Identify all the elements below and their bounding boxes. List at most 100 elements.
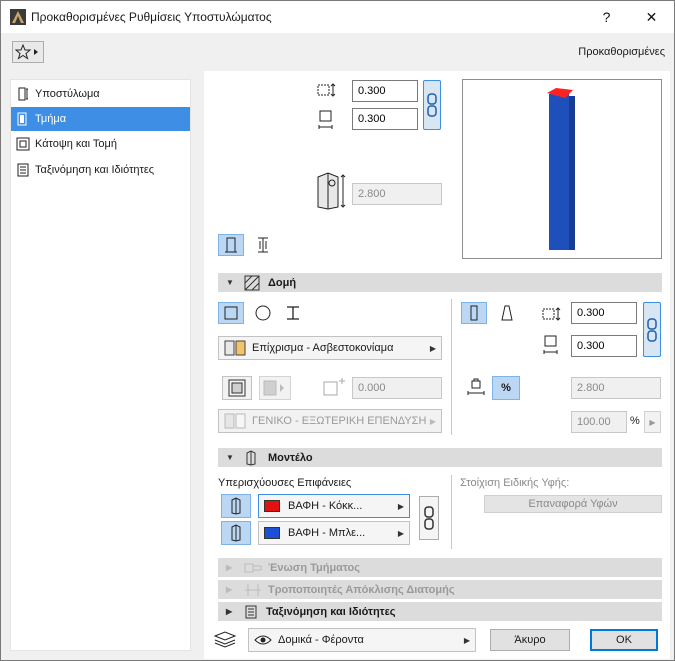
eye-icon [254,635,272,645]
building-material-dropdown[interactable]: Επίχρισμα - Ασβεστοκονίαμα ▶ [218,336,442,360]
preview-column-side [569,96,575,250]
profile-segment-toggle[interactable] [250,234,276,256]
preset-label[interactable]: Προκαθορισμένες [578,46,665,58]
depth-icon [541,334,563,356]
veneer-type-button[interactable] [259,376,291,400]
width-input[interactable] [352,80,418,102]
deviation-modifiers-section-header[interactable]: ▶ Τροποποιητές Απόκλισης Διατομής [218,580,662,599]
sidebar-item-segment[interactable]: Τμήμα [11,107,190,131]
height-input[interactable] [352,183,442,205]
depth-input[interactable] [352,108,418,130]
app-icon [10,9,26,25]
dropdown-arrow-icon: ▶ [649,417,656,427]
chain-link-icon [647,317,657,342]
dropdown-arrow-icon: ▶ [429,416,436,426]
sidebar-item-floorplan[interactable]: Κάτοψη και Τομή [11,132,190,156]
window-title: Προκαθορισμένες Ρυθμίσεις Υποστυλώματος [31,10,272,24]
i-beam-icon [287,306,299,320]
collapse-triangle-icon: ▶ [226,563,233,572]
settings-panel: ▼ Δομή Επίχρισμα - Ασβεστοκονίαμα ▶ [204,71,670,659]
segment-icon [15,111,31,127]
rectangular-shape-toggle[interactable] [218,302,244,324]
layer-dropdown[interactable]: Δομικά - Φέροντα ▶ [248,628,476,652]
section-title: Τροποποιητές Απόκλισης Διατομής [268,583,455,596]
ok-button[interactable]: OK [590,629,658,651]
veneer-type-icon [263,380,284,396]
percent-sign: % [630,415,640,427]
dropdown-arrow-icon: ▶ [397,501,404,511]
link-surfaces-button[interactable] [419,496,439,540]
structure-section-header[interactable]: ▼ Δομή [218,273,662,292]
properties-icon [15,162,31,178]
segment-width-input[interactable] [571,302,637,324]
sidebar-item-properties[interactable]: Ταξινόμηση και Ιδιότητες [11,158,190,182]
percent-input[interactable] [571,411,627,433]
rectangular-segment-toggle[interactable] [218,234,244,256]
reset-texture-button[interactable]: Επαναφορά Υφών [484,495,662,513]
column-surface-icon [231,497,241,515]
depth-icon [316,109,338,131]
dropdown-arrow-icon: ▶ [463,635,470,645]
veneer-type-label: ΓΕΝΙΚΟ - ΕΞΩΤΕΡΙΚΗ ΕΠΕΝΔΥΣΗ [252,415,427,427]
segment-height-input[interactable] [571,377,661,399]
straight-column-toggle[interactable] [461,302,487,324]
straight-column-icon [470,305,478,321]
profile-shape-toggle[interactable] [280,302,306,324]
surface1-dropdown[interactable]: ΒΑΦΗ - Κόκκ... ▶ [258,494,410,518]
sidebar-item-column[interactable]: Υποστύλωμα [11,82,190,106]
percent-toggle[interactable]: % [492,376,520,400]
column-preview [462,79,662,259]
properties-icon [245,605,257,618]
tapered-column-icon [501,305,513,321]
favorites-button[interactable] [12,41,44,63]
texture-alignment-label: Στοίχιση Ειδικής Υφής: [460,477,570,489]
chain-link-icon [427,93,437,117]
segment-connection-section-header[interactable]: ▶ Ένωση Τμήματος [218,558,662,577]
material-icon [224,340,246,356]
collapse-triangle-icon: ▶ [226,585,233,594]
veneer-thickness-input[interactable] [352,377,442,399]
override-surface2-toggle[interactable] [221,521,251,545]
column-surface-icon [231,524,241,542]
surface1-swatch [264,500,280,512]
link-dimensions-button[interactable] [423,80,441,130]
layer-icon [212,628,238,648]
layer-label: Δομικά - Φέροντα [278,634,364,646]
model-section-header[interactable]: ▼ Μοντέλο [218,448,662,467]
collapse-triangle-icon: ▶ [226,607,233,616]
rect-column-icon [225,237,237,253]
link-segment-dimensions-button[interactable] [643,302,661,357]
dialog-window: Προκαθορισμένες Ρυθμίσεις Υποστυλώματος … [0,0,675,661]
expand-triangle-icon: ▼ [226,453,234,462]
sidebar: Υποστύλωμα Τμήμα Κάτοψη και Τομή Ταξινόμ… [10,79,191,651]
help-button[interactable]: ? [584,1,629,33]
circular-shape-toggle[interactable] [250,302,276,324]
close-button[interactable]: ✕ [629,1,674,33]
veneer-type-dropdown[interactable]: ΓΕΝΙΚΟ - ΕΞΩΤΕΡΙΚΗ ΕΠΕΝΔΥΣΗ ▶ [218,409,442,433]
i-beam-icon [258,237,268,253]
surface2-dropdown[interactable]: ΒΑΦΗ - Μπλε... ▶ [258,521,410,545]
square-icon [224,306,238,320]
override-surface1-toggle[interactable] [221,494,251,518]
dropdown-arrow-icon: ▶ [429,343,436,353]
tapered-column-toggle[interactable] [494,302,520,324]
section-title: Ένωση Τμήματος [268,561,360,574]
cancel-button[interactable]: Άκυρο [490,629,570,651]
percent-toggle-label: % [501,382,511,394]
percent-menu-button[interactable]: ▶ [644,411,661,433]
star-icon [15,44,38,60]
floorplan-icon [15,136,31,152]
connection-icon [244,563,262,572]
sidebar-item-label: Τμήμα [35,113,67,125]
veneer-toggle-button[interactable] [222,376,252,400]
segment-depth-input[interactable] [571,335,637,357]
veneer-icon [228,379,246,397]
classification-section-header[interactable]: ▶ Ταξινόμηση και Ιδιότητες [218,602,662,621]
surface2-label: ΒΑΦΗ - Μπλε... [288,527,366,539]
veneer-thickness-icon [322,376,348,398]
material-label: Επίχρισμα - Ασβεστοκονίαμα [252,342,394,354]
width-icon [316,81,338,101]
divider [451,299,452,435]
divider [451,475,452,549]
lock-height-icon[interactable] [466,377,486,397]
